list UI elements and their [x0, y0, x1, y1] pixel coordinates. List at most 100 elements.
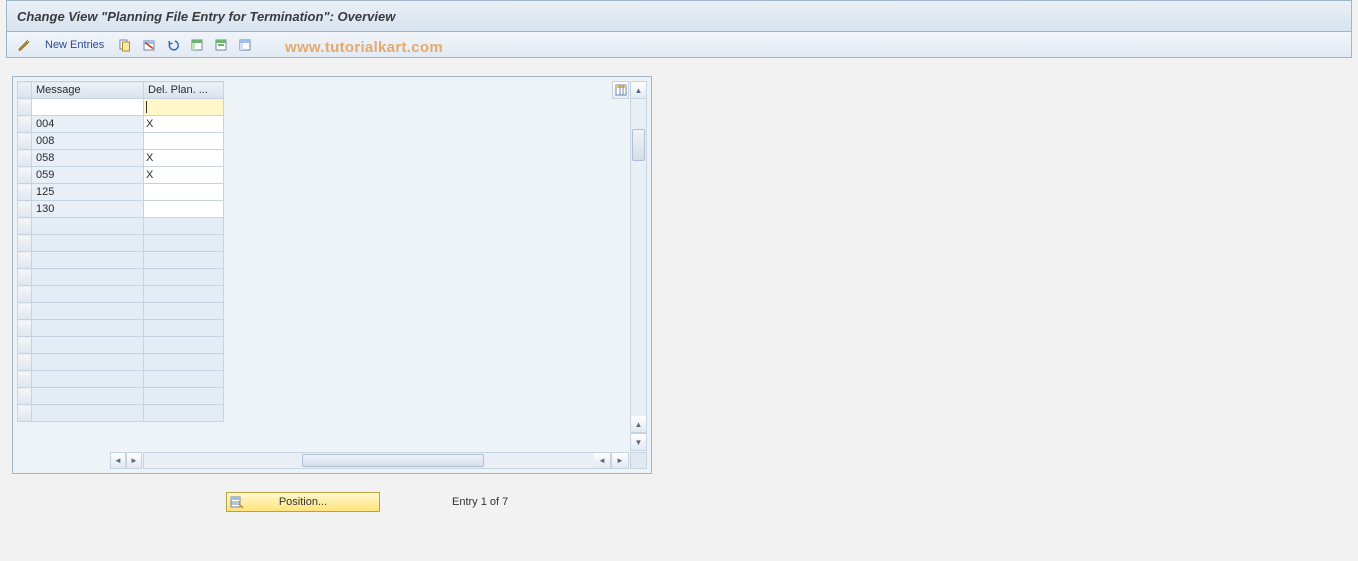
select-all-button[interactable] [188, 36, 206, 54]
table-row[interactable]: 059X [18, 167, 224, 184]
cell-message[interactable]: 008 [32, 133, 144, 150]
scroll-last-col-button[interactable]: ► [611, 453, 628, 468]
cell-message[interactable]: 058 [32, 150, 144, 167]
row-selector[interactable] [18, 167, 32, 184]
row-selector[interactable] [18, 218, 32, 235]
cell-message[interactable] [32, 337, 144, 354]
cell-message[interactable] [32, 405, 144, 422]
cell-message[interactable] [32, 218, 144, 235]
row-selector[interactable] [18, 320, 32, 337]
cell-del-plan[interactable] [144, 354, 224, 371]
cell-del-plan[interactable] [144, 371, 224, 388]
row-selector[interactable] [18, 337, 32, 354]
cell-del-plan[interactable] [144, 405, 224, 422]
row-selector[interactable] [18, 184, 32, 201]
row-selector[interactable] [18, 388, 32, 405]
vscroll-thumb[interactable] [632, 129, 645, 161]
undo-button[interactable] [164, 36, 182, 54]
data-grid[interactable]: Message Del. Plan. ... 004X008058X059X12… [17, 81, 224, 422]
cell-del-plan[interactable] [144, 184, 224, 201]
cell-message[interactable] [32, 269, 144, 286]
table-row[interactable] [18, 405, 224, 422]
row-selector[interactable] [18, 99, 32, 116]
row-selector[interactable] [18, 371, 32, 388]
row-selector[interactable] [18, 116, 32, 133]
table-row[interactable] [18, 286, 224, 303]
row-selector[interactable] [18, 269, 32, 286]
cell-del-plan[interactable]: X [144, 116, 224, 133]
column-header-del-plan[interactable]: Del. Plan. ... [144, 82, 224, 99]
table-row[interactable]: 008 [18, 133, 224, 150]
cell-del-plan[interactable] [144, 218, 224, 235]
new-entries-button[interactable]: New Entries [39, 36, 110, 54]
cell-del-plan[interactable] [144, 99, 224, 116]
row-selector[interactable] [18, 201, 32, 218]
table-row[interactable] [18, 337, 224, 354]
cell-message[interactable]: 125 [32, 184, 144, 201]
cell-message[interactable]: 130 [32, 201, 144, 218]
row-selector[interactable] [18, 286, 32, 303]
vscroll-track[interactable] [631, 99, 646, 416]
table-row[interactable]: 058X [18, 150, 224, 167]
cell-del-plan[interactable] [144, 201, 224, 218]
cell-message[interactable] [32, 235, 144, 252]
cell-del-plan[interactable] [144, 252, 224, 269]
hscroll-thumb[interactable] [302, 454, 484, 467]
cell-message[interactable] [32, 320, 144, 337]
cell-del-plan[interactable] [144, 235, 224, 252]
table-row[interactable] [18, 388, 224, 405]
table-row[interactable] [18, 269, 224, 286]
table-row[interactable] [18, 235, 224, 252]
table-row[interactable]: 130 [18, 201, 224, 218]
select-block-button[interactable] [212, 36, 230, 54]
horizontal-scrollbar[interactable]: ◄ ► [143, 452, 629, 469]
cell-message[interactable] [32, 303, 144, 320]
row-selector[interactable] [18, 303, 32, 320]
row-selector[interactable] [18, 235, 32, 252]
table-row[interactable]: 004X [18, 116, 224, 133]
table-row[interactable] [18, 320, 224, 337]
cell-del-plan[interactable]: X [144, 167, 224, 184]
row-selector[interactable] [18, 405, 32, 422]
delete-button[interactable] [140, 36, 158, 54]
copy-as-button[interactable] [116, 36, 134, 54]
cell-message[interactable] [32, 252, 144, 269]
row-selector-header[interactable] [18, 82, 32, 99]
scroll-left-button[interactable]: ► [126, 452, 142, 469]
cell-message[interactable] [32, 354, 144, 371]
cell-message[interactable] [32, 286, 144, 303]
scroll-up-button[interactable]: ▲ [631, 82, 646, 99]
deselect-all-button[interactable] [236, 36, 254, 54]
cell-del-plan[interactable] [144, 337, 224, 354]
toggle-display-change-button[interactable] [15, 36, 33, 54]
cell-message[interactable]: 059 [32, 167, 144, 184]
cell-del-plan[interactable] [144, 133, 224, 150]
row-selector[interactable] [18, 133, 32, 150]
position-button[interactable]: Position... [226, 492, 380, 512]
scroll-down-button[interactable]: ▼ [631, 433, 646, 450]
table-row[interactable]: 125 [18, 184, 224, 201]
cell-message[interactable] [32, 388, 144, 405]
scroll-first-col-button[interactable]: ◄ [110, 452, 126, 469]
row-selector[interactable] [18, 354, 32, 371]
table-row[interactable] [18, 218, 224, 235]
table-row[interactable] [18, 371, 224, 388]
cell-del-plan[interactable] [144, 320, 224, 337]
cell-del-plan[interactable]: X [144, 150, 224, 167]
scroll-line-up-button[interactable]: ▲ [631, 416, 646, 433]
hscroll-track[interactable] [144, 453, 594, 468]
cell-message[interactable]: 004 [32, 116, 144, 133]
table-row[interactable] [18, 354, 224, 371]
table-row[interactable] [18, 303, 224, 320]
cell-message[interactable] [32, 99, 144, 116]
cell-del-plan[interactable] [144, 303, 224, 320]
table-row[interactable] [18, 252, 224, 269]
scroll-right-button[interactable]: ◄ [594, 453, 611, 468]
row-selector[interactable] [18, 150, 32, 167]
table-row[interactable] [18, 99, 224, 116]
cell-message[interactable] [32, 371, 144, 388]
cell-del-plan[interactable] [144, 286, 224, 303]
cell-del-plan[interactable] [144, 388, 224, 405]
cell-del-plan[interactable] [144, 269, 224, 286]
row-selector[interactable] [18, 252, 32, 269]
